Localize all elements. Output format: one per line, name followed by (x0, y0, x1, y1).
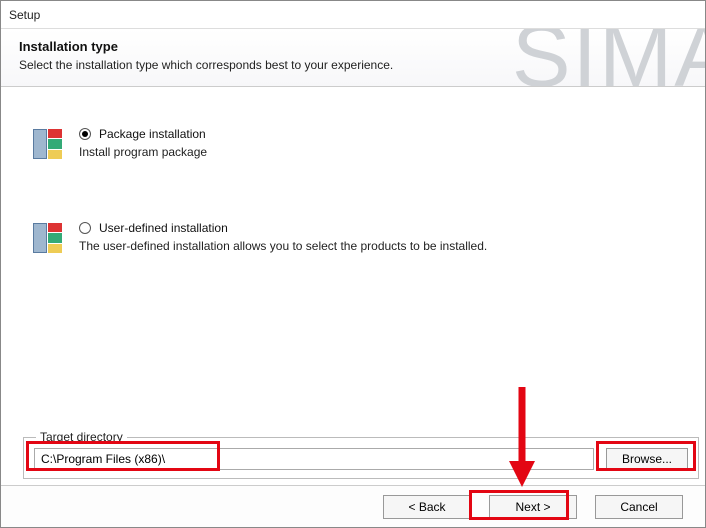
radio-user-defined-label: User-defined installation (99, 221, 228, 235)
package-desc: Install program package (79, 145, 675, 159)
titlebar: Setup (1, 1, 705, 29)
package-icon (31, 127, 65, 161)
radio-package[interactable] (79, 128, 91, 140)
target-directory-input[interactable] (34, 448, 594, 470)
target-directory-group: Target directory Browse... (23, 437, 699, 479)
radio-user-defined[interactable] (79, 222, 91, 234)
next-button[interactable]: Next > (489, 495, 577, 519)
user-defined-desc: The user-defined installation allows you… (79, 239, 675, 253)
window-title: Setup (9, 8, 40, 22)
back-button[interactable]: < Back (383, 495, 471, 519)
setup-window: Setup SIMA Installation type Select the … (0, 0, 706, 528)
user-defined-icon (31, 221, 65, 255)
target-directory-legend: Target directory (36, 430, 127, 444)
header: SIMA Installation type Select the instal… (1, 29, 705, 87)
option-user-defined: User-defined installation The user-defin… (31, 221, 675, 255)
page-title: Installation type (19, 39, 687, 54)
footer: < Back Next > Cancel (1, 485, 705, 527)
page-subtitle: Select the installation type which corre… (19, 58, 687, 72)
content-area: Package installation Install program pac… (1, 87, 705, 485)
option-package: Package installation Install program pac… (31, 127, 675, 161)
cancel-button[interactable]: Cancel (595, 495, 683, 519)
radio-package-label: Package installation (99, 127, 206, 141)
browse-button[interactable]: Browse... (606, 448, 688, 470)
